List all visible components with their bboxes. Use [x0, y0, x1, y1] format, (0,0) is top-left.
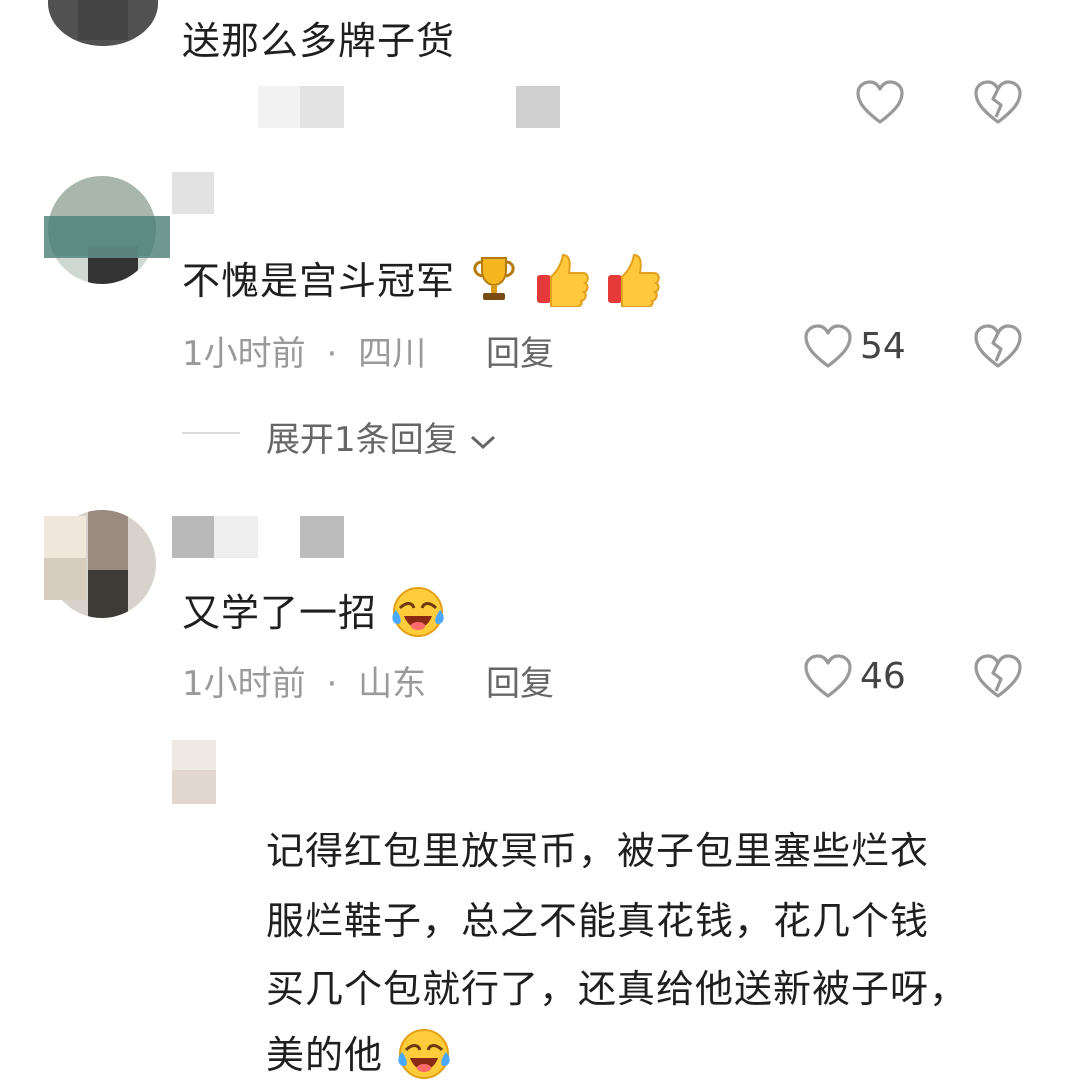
laughing-crying-emoji — [396, 1026, 452, 1089]
trophy-emoji — [468, 254, 520, 313]
avatar[interactable] — [48, 0, 158, 46]
like-icon[interactable] — [804, 654, 852, 700]
avatar-mosaic — [172, 770, 216, 804]
separator: · — [326, 664, 338, 704]
thumbs-up-emoji — [604, 251, 662, 316]
dislike-icon[interactable] — [974, 654, 1022, 700]
username-blur — [172, 516, 214, 558]
avatar-mosaic — [44, 516, 86, 558]
username-blur — [300, 86, 344, 128]
comment-row: 不愧是宫斗冠军 — [182, 250, 662, 316]
laughing-crying-emoji — [390, 584, 446, 647]
divider — [182, 432, 240, 434]
username-blur — [300, 516, 344, 558]
reply-button[interactable]: 回复 — [486, 326, 554, 375]
reply-line: 买几个包就行了，还真给他送新被子呀， — [266, 967, 969, 1011]
separator: · — [326, 334, 338, 374]
dislike-icon[interactable] — [974, 80, 1022, 126]
like-count: 46 — [860, 656, 906, 697]
comment-meta: 1小时前 · 四川 — [182, 326, 426, 375]
comment-meta: 1小时前 · 山东 — [182, 656, 426, 705]
avatar-mosaic — [44, 558, 86, 600]
reply-line: 服烂鞋子，总之不能真花钱，花几个钱 — [266, 899, 930, 943]
reply-line: 美的他 — [266, 1033, 384, 1077]
reply-line: 记得红包里放冥币，被子包里塞些烂衣 — [266, 829, 930, 873]
comment-text: 不愧是宫斗冠军 — [182, 259, 456, 303]
avatar-mosaic — [172, 740, 216, 770]
comment-text: 又学了一招 — [182, 591, 378, 635]
like-icon[interactable] — [804, 324, 852, 370]
username-blur — [258, 86, 300, 128]
location: 四川 — [358, 334, 427, 374]
thumbs-up-emoji — [533, 251, 591, 316]
username-blur — [172, 172, 214, 214]
username-blur — [516, 86, 560, 128]
like-icon[interactable] — [856, 80, 904, 126]
timestamp: 1小时前 — [182, 334, 306, 374]
expand-replies-button[interactable]: 展开1条回复 — [266, 412, 498, 461]
comment-row: 又学了一招 — [182, 582, 446, 647]
like-count: 54 — [860, 326, 906, 367]
expand-replies-label: 展开1条回复 — [266, 420, 458, 460]
reply-button[interactable]: 回复 — [486, 656, 554, 705]
username-blur — [214, 516, 258, 558]
comment-text: 送那么多牌子货 — [182, 19, 456, 63]
chevron-down-icon — [468, 432, 498, 452]
location: 山东 — [358, 664, 427, 704]
reply-row: 美的他 — [266, 1024, 452, 1089]
avatar-mosaic — [44, 216, 170, 258]
timestamp: 1小时前 — [182, 664, 306, 704]
dislike-icon[interactable] — [974, 324, 1022, 370]
